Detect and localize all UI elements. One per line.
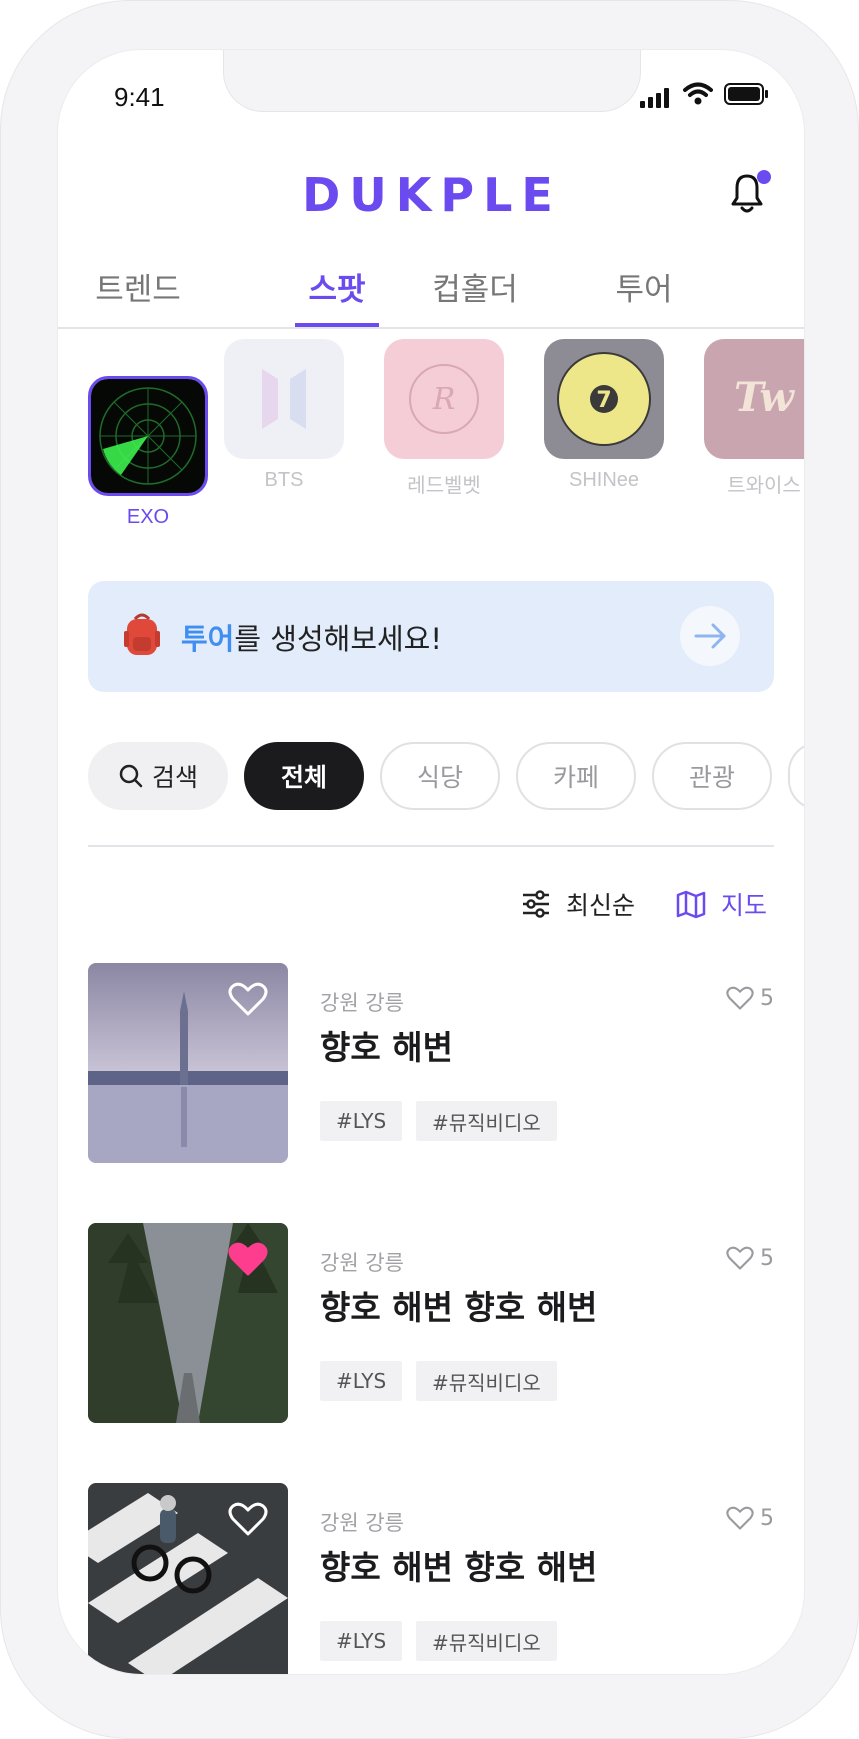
spot-tag[interactable]: #LYS [320,1101,403,1141]
artist-name: 트와이스 [727,475,801,497]
artist-name: BTS [264,469,304,491]
artist-exo-logo [88,376,208,496]
wifi-icon [683,82,713,105]
tab-trend[interactable]: 트렌드 [58,264,218,309]
category-chip-all[interactable]: 전체 [244,742,364,810]
artist-bts[interactable]: BTS [224,339,344,492]
spot-title: 향호 해변 향호 해변 [320,1548,598,1587]
favorite-heart-icon[interactable] [228,1241,268,1277]
svg-text:7: 7 [596,388,611,413]
banner-highlight: 투어 [181,622,235,656]
artist-redvelvet-logo: R [384,339,504,459]
tab-divider [58,327,804,329]
artist-twice[interactable]: Tw 트와이스 [704,339,804,498]
notch [223,50,641,112]
svg-text:R: R [432,382,456,417]
sort-label: 최신순 [566,891,636,920]
like-heart-icon [726,986,754,1010]
spot-tag[interactable]: #LYS [320,1621,403,1661]
map-icon [676,890,706,919]
favorite-heart-icon[interactable] [228,1501,268,1537]
like-heart-icon [726,1246,754,1270]
spot-likes: 5 [726,1505,774,1531]
category-chip-tourism[interactable]: 관광 [652,742,772,810]
map-button[interactable]: 지도 [675,886,767,922]
filter-divider [88,845,774,847]
artist-twice-logo: Tw [704,339,804,459]
artist-shinee-logo: 7 [544,339,664,459]
cellular-signal-icon [640,88,669,108]
search-chip-label: 검색 [151,763,198,792]
artist-bts-logo [224,339,344,459]
artist-name: SHINee [568,469,640,491]
banner-text: 투어를 생성해보세요! [181,616,442,658]
tab-tour[interactable]: 투어 [564,264,724,309]
battery-icon [724,83,768,105]
spot-title: 향호 해변 향호 해변 [320,1288,598,1327]
spot-tag[interactable]: #뮤직비디오 [416,1101,557,1141]
spot-region: 강원 강릉 [320,991,404,1015]
category-chip-more[interactable] [788,742,804,810]
banner-arrow-button[interactable] [680,606,740,666]
tab-cupholder[interactable]: 컵홀더 [395,264,555,309]
spot-like-count: 5 [760,985,774,1011]
tab-spot[interactable]: 스팟 [257,264,417,309]
backpack-icon [124,613,160,655]
favorite-heart-icon[interactable] [228,981,268,1017]
category-chip-cafe[interactable]: 카페 [516,742,636,810]
spot-list-item[interactable]: 강원 강릉 향호 해변 향호 해변 5 #LYS #뮤직비디오 [88,1483,774,1674]
spot-tag[interactable]: #뮤직비디오 [416,1621,557,1661]
spot-tag[interactable]: #뮤직비디오 [416,1361,557,1401]
artist-exo[interactable]: EXO [88,376,208,529]
spot-like-count: 5 [760,1505,774,1531]
status-time: 9:41 [114,82,165,112]
category-chip-restaurant[interactable]: 식당 [380,742,500,810]
spot-likes: 5 [726,1245,774,1271]
spot-likes: 5 [726,985,774,1011]
like-heart-icon [726,1506,754,1530]
app-logo: DUKPLE [302,168,562,222]
spot-region: 강원 강릉 [320,1251,404,1275]
create-tour-banner[interactable]: 투어를 생성해보세요! [88,581,774,692]
spot-region: 강원 강릉 [320,1511,404,1535]
arrow-right-icon [694,623,726,649]
artist-redvelvet[interactable]: R 레드벨벳 [384,339,504,498]
notification-badge [757,170,771,184]
phone-screen: 9:41 DUKPLE 트렌드 스팟 컵홀더 투어 EXO BTS R 레드벨벳… [57,49,805,1675]
artist-name: 레드벨벳 [407,475,481,497]
svg-text:Tw: Tw [734,374,795,421]
search-chip[interactable]: 검색 [88,742,228,810]
spot-tag[interactable]: #LYS [320,1361,403,1401]
search-icon [119,764,143,788]
spot-like-count: 5 [760,1245,774,1271]
spot-list-item[interactable]: 강원 강릉 향호 해변 향호 해변 5 #LYS #뮤직비디오 [88,1223,774,1423]
artist-name: EXO [126,506,170,528]
sort-button[interactable]: 최신순 [520,886,635,922]
spot-title: 향호 해변 [320,1028,453,1067]
spot-list-item[interactable]: 강원 강릉 향호 해변 5 #LYS #뮤직비디오 [88,963,774,1163]
sliders-icon [523,890,549,918]
banner-message: 를 생성해보세요! [234,622,442,656]
map-label: 지도 [721,891,768,920]
artist-shinee[interactable]: 7 SHINee [544,339,664,492]
